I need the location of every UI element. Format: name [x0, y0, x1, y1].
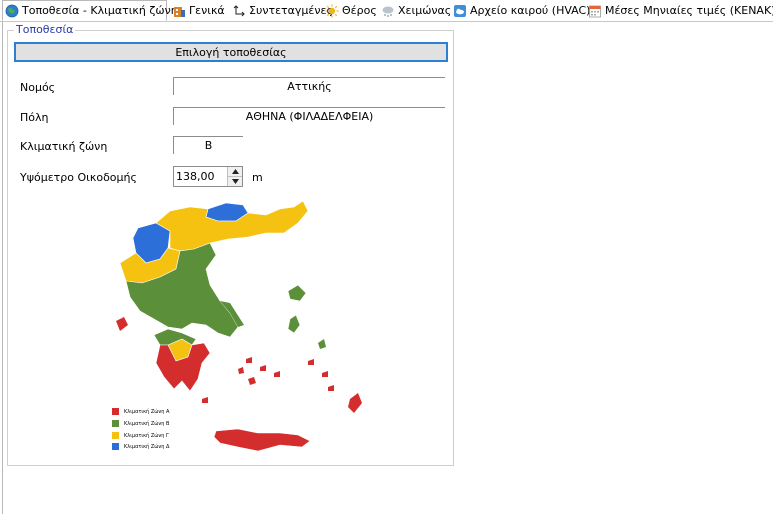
tab-label: Θέρος [342, 4, 377, 17]
climate-zone-field[interactable]: Β [173, 136, 243, 154]
climate-zone-map [116, 200, 362, 452]
tab-winter[interactable]: Χειμώνας [381, 1, 451, 20]
prefecture-field[interactable]: Αττικής [173, 77, 445, 95]
sun-icon [325, 4, 339, 18]
snowflake-icon [381, 4, 395, 18]
altitude-stepper[interactable]: 138,00 [173, 166, 243, 187]
zone-a-dodecanese-3 [328, 385, 334, 391]
axes-icon [232, 4, 246, 18]
zone-a-cyclades-1 [246, 357, 252, 363]
panel-left-border [2, 21, 3, 514]
zone-a-island-small [248, 377, 256, 385]
altitude-stepper-buttons [227, 167, 242, 186]
building-icon [172, 4, 186, 18]
altitude-unit: m [252, 171, 263, 184]
altitude-value: 138,00 [176, 170, 215, 183]
calendar-icon [588, 4, 602, 18]
tab-label: Τοποθεσία - Κλιματική ζώνη [22, 4, 178, 17]
legend-swatch [112, 432, 119, 439]
zone-b-island-aegean [318, 339, 326, 349]
tab-bar: Τοποθεσία - Κλιματική ζώνη Γενικά Συντετ… [0, 0, 773, 22]
zone-a-crete [213, 428, 311, 452]
tab-summer[interactable]: Θέρος [325, 1, 377, 20]
stepper-up-button[interactable] [228, 167, 242, 176]
tab-label: Αρχείο καιρού (HVAC) [470, 4, 591, 17]
map-legend-zone-b: Κλιματική Ζώνη Β [112, 420, 169, 427]
map-legend-zone-a: Κλιματική Ζώνη Α [112, 408, 169, 415]
weather-file-icon [453, 4, 467, 18]
zone-a-dodecanese-1 [308, 359, 314, 365]
stepper-down-button[interactable] [228, 176, 242, 186]
map-legend-zone-d: Κλιματική Ζώνη Δ [112, 443, 169, 450]
tab-monthly-averages[interactable]: Μέσες Μηνιαίες τιμές (KENAK) [588, 1, 773, 20]
globe-icon [5, 4, 19, 18]
tab-weather-file[interactable]: Αρχείο καιρού (HVAC) [453, 1, 590, 20]
zone-b-island-east [287, 314, 301, 334]
map-legend-zone-c: Κλιματική Ζώνη Γ [112, 432, 169, 439]
prefecture-label: Νομός [20, 81, 56, 94]
tab-label: Συντεταγμένες [249, 4, 333, 17]
tab-label: Μέσες Μηνιαίες τιμές (KENAK) [605, 4, 773, 17]
chevron-down-icon [231, 179, 239, 184]
zone-a-corfu [116, 317, 128, 331]
altitude-label: Υψόμετρο Οικοδομής [20, 171, 137, 184]
tab-location-climate-zone[interactable]: Τοποθεσία - Κλιματική ζώνη [2, 0, 178, 21]
legend-swatch [112, 443, 119, 450]
legend-swatch [112, 408, 119, 415]
legend-swatch [112, 420, 119, 427]
select-location-button[interactable]: Επιλογή τοποθεσίας [14, 42, 448, 62]
tab-coordinates[interactable]: Συντεταγμένες [232, 1, 333, 20]
city-label: Πόλη [20, 111, 49, 124]
zone-a-kythira [202, 397, 208, 403]
zone-a-cyclades-3 [274, 371, 280, 377]
tab-label: Χειμώνας [398, 4, 452, 17]
location-group-title: Τοποθεσία [14, 23, 76, 36]
zone-a-cyclades-2 [260, 365, 266, 371]
climate-zone-label: Κλιματική ζώνη [20, 140, 108, 153]
city-field[interactable]: ΑΘΗΝΑ (ΦΙΛΑΔΕΛΦΕΙΑ) [173, 107, 445, 125]
tab-label: Γενικά [189, 4, 225, 17]
zone-a-island-sw [238, 367, 244, 374]
chevron-up-icon [231, 169, 239, 174]
zone-a-rhodes [348, 393, 362, 413]
tab-general[interactable]: Γενικά [172, 1, 225, 20]
zone-a-dodecanese-2 [322, 371, 328, 377]
zone-b-island-north [287, 284, 307, 302]
